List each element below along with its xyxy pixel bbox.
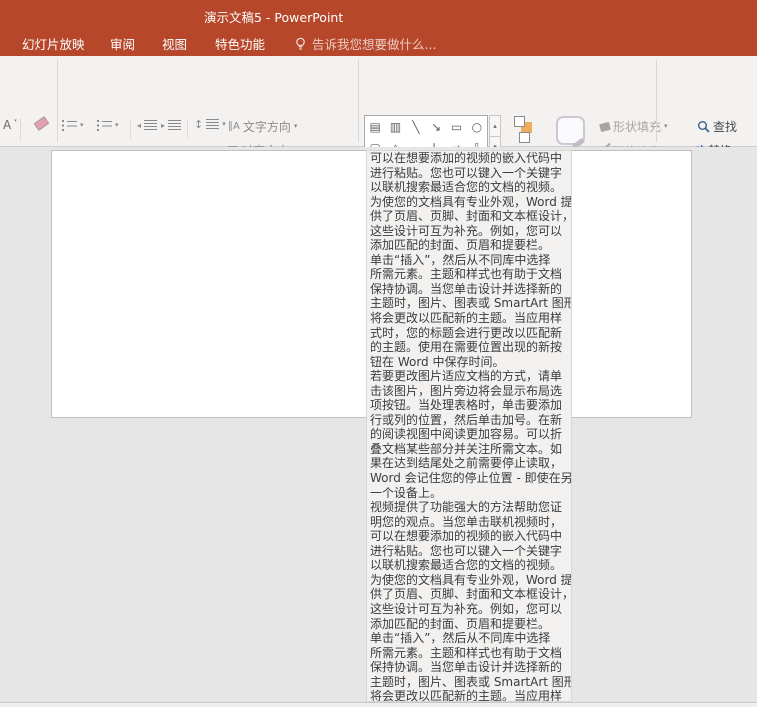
text-line: 击该图片，图片旁边将会显示布局选 (370, 383, 563, 398)
text-line: 供了页眉、页脚、封面和文本框设计， (370, 209, 572, 224)
text-line: 的阅读视图中阅读更加容易。可以折 (370, 427, 563, 442)
text-line: 为使您的文档具有专业外观，Word 提 (370, 572, 572, 587)
quick-styles-icon (555, 116, 585, 145)
group-separator (656, 60, 657, 142)
shape-fill-button[interactable]: 形状填充 ▾ (599, 118, 668, 135)
arrow-shape-icon[interactable]: ↘ (426, 116, 446, 137)
find-button[interactable]: 查找 (697, 118, 737, 135)
bullet-list-icon (62, 120, 77, 131)
text-line: 以联机搜索最适合您的文档的视频。 (370, 180, 563, 195)
tab-features[interactable]: 特色功能 (215, 34, 265, 53)
text-line: 将会更改以匹配新的主题。当应用样 (370, 689, 563, 702)
text-line: 可以在想要添加的视频的嵌入代码中 (370, 151, 563, 165)
arrange-icon (507, 114, 537, 146)
line-spacing-icon: ↕ (194, 117, 204, 131)
powerpoint-window: 演示文稿5 - PowerPoint 幻灯片放映 审阅 视图 特色功能 告诉我您… (0, 0, 757, 707)
text-line: 这些设计可互为补充。例如，您可以 (370, 601, 563, 616)
text-line: 供了页眉、页脚、封面和文本框设计， (370, 587, 572, 602)
increase-indent-button[interactable]: ▸ (161, 120, 182, 131)
tab-review[interactable]: 审阅 (110, 34, 135, 53)
text-line: 果在达到结尾处之前需要停止读取， (370, 456, 563, 471)
text-line: 钮在 Word 中保存时间。 (370, 354, 505, 369)
line-shape-icon[interactable]: ╲ (406, 116, 426, 137)
text-line: 视频提供了功能强大的方法帮助您证 (370, 500, 563, 515)
ribbon-tab-bar: 幻灯片放映 审阅 视图 特色功能 告诉我您想要做什么... (0, 27, 757, 56)
separator (130, 119, 131, 139)
bullets-button[interactable]: ▾ (62, 120, 84, 131)
lightbulb-icon (296, 37, 305, 50)
text-line: 单击“插入”，然后从不同库中选择 (370, 252, 551, 267)
find-icon (698, 121, 710, 133)
line-spacing-button[interactable]: ↕ ▾ (194, 119, 226, 130)
text-line: 所需元素。主题和样式也有助于文档 (370, 645, 563, 660)
decrease-indent-button[interactable]: ◂ (137, 120, 158, 131)
text-line: 行或列的位置，然后单击加号。在新 (370, 412, 563, 427)
rectangle-shape-icon[interactable]: ▭ (446, 116, 466, 137)
grow-font-button[interactable]: A ▾ (3, 118, 17, 132)
text-line: 添加匹配的封面、页眉和提要栏。 (370, 238, 551, 253)
numbering-button[interactable]: ▾ (97, 120, 119, 131)
text-line: 主题时，图片、图表或 SmartArt 图形 (370, 674, 572, 689)
indent-right-icon: ▸ (161, 120, 166, 130)
text-line: 可以在想要添加的视频的嵌入代码中 (370, 529, 563, 544)
text-line: 这些设计可互为补充。例如，您可以 (370, 223, 563, 238)
text-line: 保持协调。当您单击设计并选择新的 (370, 281, 563, 296)
tell-me-box[interactable]: 告诉我您想要做什么... (295, 34, 436, 53)
group-separator (358, 60, 359, 142)
text-line: 一个设备上。 (370, 485, 443, 500)
text-line: 叠文档某些部分并关注所需文本。如 (370, 441, 563, 456)
text-direction-icon: ∥A (228, 121, 240, 132)
text-line: 的主题。使用在需要位置出现的新按 (370, 340, 563, 355)
vertical-text-box-icon[interactable]: ▥ (385, 116, 405, 137)
gallery-scroll-up-button[interactable]: ▴ (489, 115, 501, 137)
separator (187, 119, 188, 139)
horizontal-text-box-icon[interactable]: ▤ (365, 116, 385, 137)
eraser-icon (33, 116, 50, 131)
text-box[interactable]: 可以在想要添加的视频的嵌入代码中 进行粘贴。您也可以键入一个关键字 以联机搜索最适合… (366, 150, 572, 702)
window-title: 演示文稿5 - PowerPoint (204, 10, 344, 25)
tab-view[interactable]: 视图 (162, 34, 187, 53)
text-line: 进行粘贴。您也可以键入一个关键字 (370, 165, 563, 180)
indent-left-icon: ◂ (137, 120, 142, 130)
text-line: 添加匹配的封面、页眉和提要栏。 (370, 616, 551, 631)
text-line: 式时，您的标题会进行更改以匹配新 (370, 325, 563, 340)
text-line: 所需元素。主题和样式也有助于文档 (370, 267, 563, 282)
text-line: 单击“插入”，然后从不同库中选择 (370, 631, 551, 646)
text-line: 主题时，图片、图表或 SmartArt 图形 (370, 296, 572, 311)
textbox-content: 可以在想要添加的视频的嵌入代码中 进行粘贴。您也可以键入一个关键字 以联机搜索最适合… (367, 151, 572, 702)
text-line: 为使您的文档具有专业外观，Word 提 (370, 194, 572, 209)
text-line: 进行粘贴。您也可以键入一个关键字 (370, 543, 563, 558)
text-direction-button[interactable]: ∥A 文字方向 ▾ (228, 118, 297, 135)
tab-slideshow[interactable]: 幻灯片放映 (22, 34, 85, 53)
clear-formatting-button[interactable] (33, 116, 50, 131)
shape-fill-icon (599, 121, 611, 132)
numbered-list-icon (97, 120, 112, 131)
text-line: 保持协调。当您单击设计并选择新的 (370, 660, 563, 675)
group-separator (57, 60, 58, 142)
text-line: 项按钮。当处理表格时，单击要添加 (370, 398, 563, 413)
text-line: 将会更改以匹配新的主题。当应用样 (370, 311, 563, 326)
title-bar: 演示文稿5 - PowerPoint (0, 0, 757, 27)
ribbon: A▾ ▾ A▾ ▾ ▾ ◂ ▸ ↕▾ ▾ ∥A 文字方向▾ (0, 56, 757, 201)
oval-shape-icon[interactable]: ○ (467, 116, 487, 137)
text-line: 明您的观点。当您单击联机视频时， (370, 514, 563, 529)
tell-me-placeholder: 告诉我您想要做什么... (312, 37, 437, 52)
separator (20, 118, 21, 140)
text-line: 以联机搜索最适合您的文档的视频。 (370, 558, 563, 573)
text-line: 若要更改图片适应文档的方式，请单 (370, 369, 563, 384)
text-line: Word 会记住您的停止位置 - 即使在另 (370, 471, 572, 486)
slide-canvas: 可以在想要添加的视频的嵌入代码中 进行粘贴。您也可以键入一个关键字 以联机搜索最适合… (0, 147, 757, 702)
status-bar (0, 702, 757, 707)
